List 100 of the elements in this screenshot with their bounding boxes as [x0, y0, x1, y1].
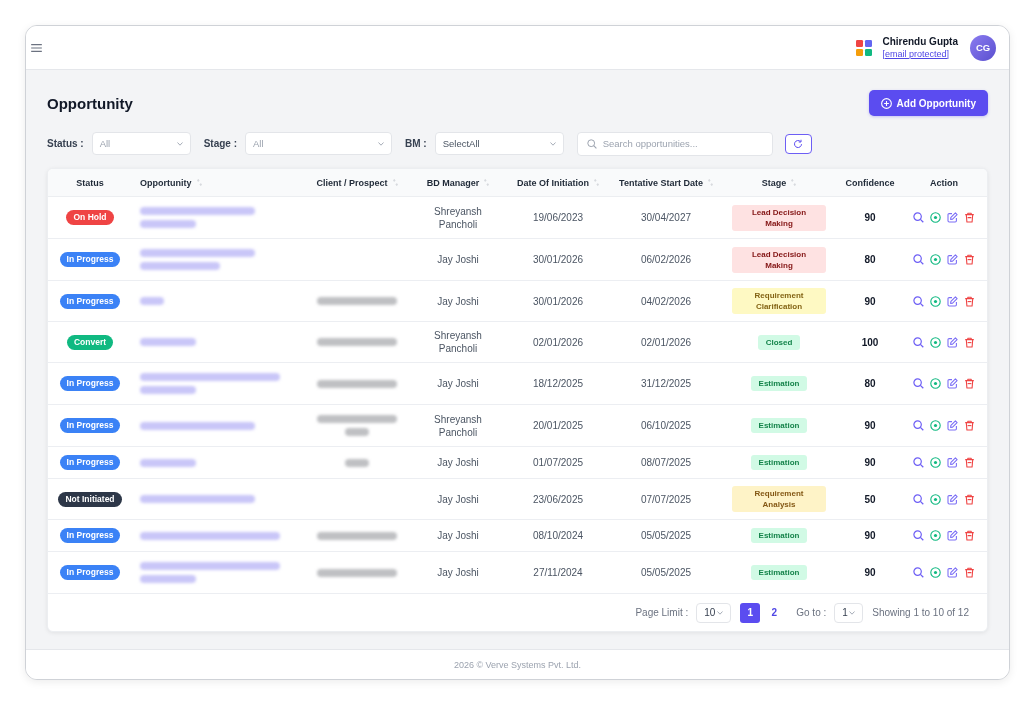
page-limit-select[interactable]: 10 — [696, 602, 732, 623]
page-button[interactable]: 1 — [740, 602, 761, 623]
trash-icon[interactable] — [964, 493, 975, 505]
search-icon[interactable] — [913, 378, 924, 389]
confidence-value: 90 — [864, 566, 876, 579]
circle-dot-icon[interactable] — [930, 336, 941, 348]
stage-tag: Estimation — [750, 565, 808, 580]
circle-dot-icon[interactable] — [930, 254, 941, 265]
manager-name: Jay Joshi — [437, 529, 479, 542]
edit-icon[interactable] — [947, 254, 958, 265]
circle-dot-icon[interactable] — [930, 212, 941, 223]
date-text: 30/01/2026 — [532, 294, 584, 308]
menu-icon[interactable] — [31, 43, 42, 52]
column-header[interactable]: Stage — [761, 177, 797, 188]
circle-dot-icon[interactable] — [930, 530, 941, 541]
search-icon[interactable] — [913, 212, 924, 223]
status-tag: In Progress — [59, 455, 121, 470]
sort-icon — [196, 179, 202, 186]
confidence-value: 90 — [864, 529, 876, 542]
confidence-value: 80 — [864, 377, 876, 390]
search-icon[interactable] — [913, 530, 924, 541]
confidence-value: 90 — [864, 419, 876, 432]
filter-label: Stage : — [203, 138, 237, 149]
status-tag: In Progress — [59, 565, 121, 580]
column-header[interactable]: Date Of Initiation — [517, 177, 599, 188]
date-text: 06/10/2025 — [640, 419, 692, 432]
confidence-value: 90 — [864, 211, 876, 224]
app-grid-icon[interactable] — [856, 39, 873, 56]
status-tag: On Hold — [66, 210, 114, 225]
circle-dot-icon[interactable] — [930, 420, 941, 431]
circle-dot-icon[interactable] — [930, 493, 941, 505]
confidence-value: 80 — [864, 253, 876, 266]
search-icon[interactable] — [913, 336, 924, 348]
goto-select[interactable]: 1 — [834, 602, 864, 623]
goto-label: Go to : — [796, 607, 827, 618]
edit-icon[interactable] — [947, 530, 958, 541]
column-header[interactable]: Opportunity — [140, 177, 202, 188]
circle-dot-icon[interactable] — [930, 295, 941, 307]
column-header: Action — [930, 177, 958, 188]
email-link[interactable]: [email protected] — [882, 47, 958, 60]
circle-dot-icon[interactable] — [930, 567, 941, 578]
edit-icon[interactable] — [947, 493, 958, 505]
filter-select[interactable]: SelectAll — [434, 132, 564, 155]
circle-dot-icon[interactable] — [930, 378, 941, 389]
search-icon[interactable] — [913, 493, 924, 505]
date-text: 08/10/2024 — [532, 529, 584, 542]
date-text: 27/11/2024 — [533, 566, 583, 579]
user-avatar[interactable]: CG — [970, 34, 996, 61]
user-name: Chirendu Gupta — [882, 35, 958, 48]
showing-text: Showing 1 to 10 of 12 — [872, 607, 969, 618]
date-text: 30/04/2027 — [640, 211, 692, 224]
add-opportunity-button[interactable]: Add Opportunity — [868, 90, 988, 116]
manager-name: Shreyansh Pancholi — [433, 412, 483, 439]
chevron-down-icon — [378, 141, 384, 146]
trash-icon[interactable] — [964, 420, 975, 431]
trash-icon[interactable] — [964, 295, 975, 307]
circle-dot-icon[interactable] — [930, 457, 941, 468]
edit-icon[interactable] — [947, 336, 958, 348]
stage-tag: Lead Decision Making — [732, 204, 826, 231]
stage-tag: Requirement Analysis — [732, 486, 826, 512]
search-icon[interactable] — [913, 567, 924, 578]
edit-icon[interactable] — [947, 567, 958, 578]
manager-name: Jay Joshi — [437, 294, 479, 308]
trash-icon[interactable] — [964, 378, 975, 389]
search-icon[interactable] — [913, 457, 924, 468]
trash-icon[interactable] — [964, 457, 975, 468]
filter-label: Status : — [47, 138, 84, 149]
edit-icon[interactable] — [947, 378, 958, 389]
trash-icon[interactable] — [964, 254, 975, 265]
stage-tag: Estimation — [750, 376, 808, 391]
confidence-value: 90 — [864, 294, 876, 308]
edit-icon[interactable] — [947, 295, 958, 307]
refresh-button[interactable] — [784, 133, 812, 154]
search-icon[interactable] — [913, 254, 924, 265]
copyright-text: 2026 © Verve Systems Pvt. Ltd. — [453, 659, 582, 670]
column-header[interactable]: Client / Prospect — [316, 177, 398, 188]
sort-icon — [392, 179, 398, 186]
trash-icon[interactable] — [964, 212, 975, 223]
status-tag: In Progress — [59, 252, 121, 267]
search-icon — [586, 138, 597, 149]
edit-icon[interactable] — [947, 212, 958, 223]
date-text: 02/01/2026 — [640, 335, 692, 349]
search-icon[interactable] — [913, 295, 924, 307]
status-tag: In Progress — [59, 528, 121, 543]
trash-icon[interactable] — [964, 567, 975, 578]
column-header[interactable]: BD Manager — [426, 177, 490, 188]
trash-icon[interactable] — [964, 530, 975, 541]
search-icon[interactable] — [913, 420, 924, 431]
page-button[interactable]: 2 — [764, 602, 785, 623]
sort-icon — [594, 179, 599, 186]
date-text: 05/05/2025 — [640, 529, 692, 542]
search-field[interactable]: Search opportunities... — [576, 131, 773, 156]
column-header[interactable]: Tentative Start Date — [619, 177, 713, 188]
date-text: 02/01/2026 — [532, 335, 584, 349]
date-text: 08/07/2025 — [640, 456, 692, 469]
edit-icon[interactable] — [947, 420, 958, 431]
trash-icon[interactable] — [964, 336, 975, 348]
edit-icon[interactable] — [947, 457, 958, 468]
date-text: 01/07/2025 — [532, 456, 584, 469]
date-text: 06/02/2026 — [640, 253, 692, 266]
